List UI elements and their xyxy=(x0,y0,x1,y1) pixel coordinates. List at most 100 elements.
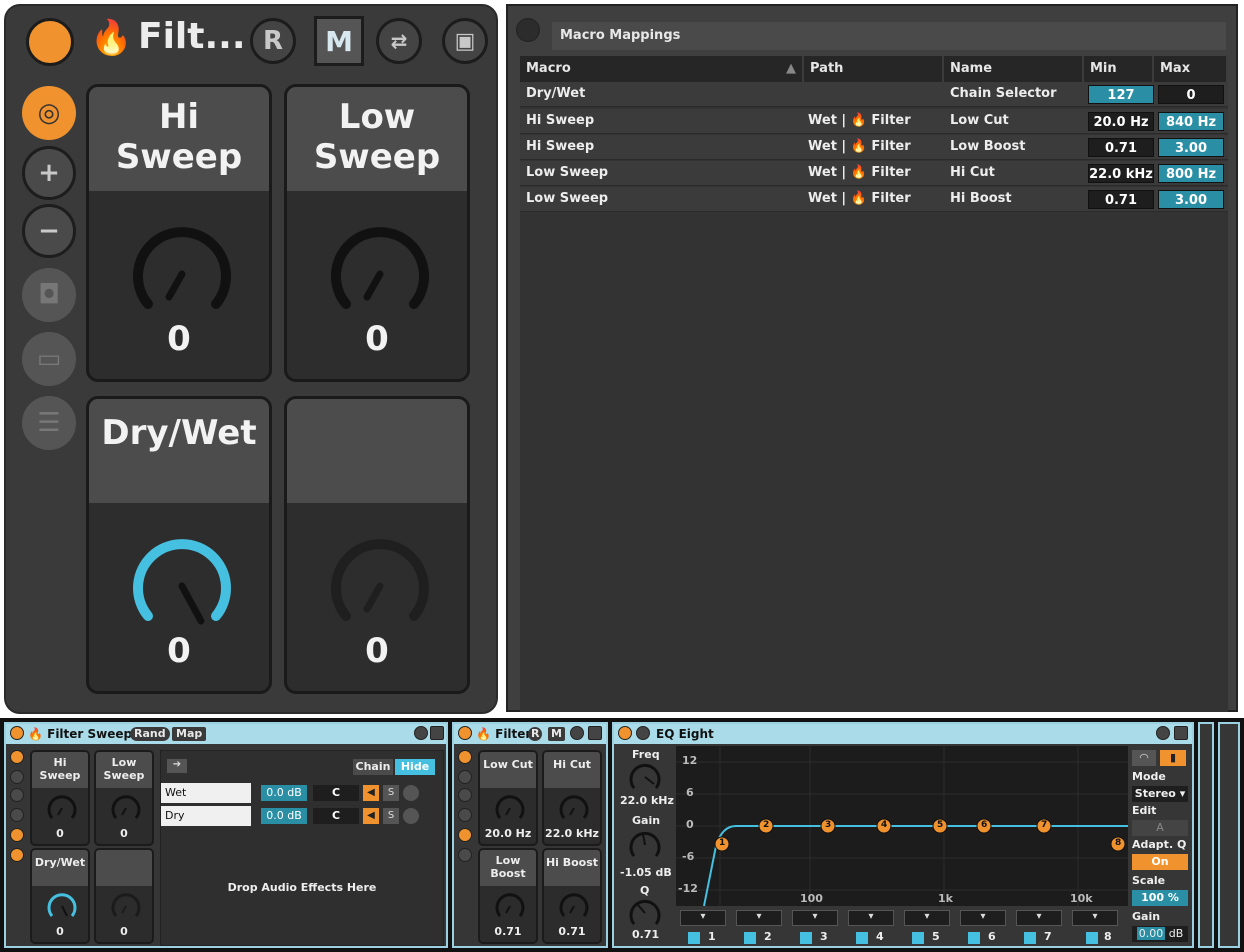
gain-value[interactable]: -1.05 dB xyxy=(620,866,672,879)
band-marker[interactable]: 7 xyxy=(1041,820,1047,830)
eq-graph[interactable]: 12 6 0 -6 -12 100 1k 10k 1 2 3 4 5 6 7 8 xyxy=(676,746,1128,906)
edit-ab-switch[interactable]: A xyxy=(1132,820,1188,836)
band-filter-type[interactable]: ▾ xyxy=(1016,910,1062,926)
col-path[interactable]: Path xyxy=(804,56,944,82)
chain-list-icon[interactable]: ☰ xyxy=(22,396,76,450)
table-row[interactable]: Hi Sweep Wet | 🔥 Filter Low Cut 20.0 Hz … xyxy=(520,109,1228,134)
add-macro-icon[interactable] xyxy=(458,770,472,784)
device-activator-button[interactable] xyxy=(26,18,74,66)
chain-pan[interactable]: C xyxy=(313,785,359,801)
max-value[interactable]: 800 Hz xyxy=(1158,164,1224,183)
output-gain-value[interactable]: 0.00 dB xyxy=(1132,926,1188,942)
band-marker[interactable]: 2 xyxy=(763,820,769,830)
key-midi-icon[interactable]: ▭ xyxy=(22,332,76,386)
key-midi-icon[interactable] xyxy=(458,828,472,842)
band-marker[interactable]: 8 xyxy=(1115,838,1121,848)
scale-value[interactable]: 100 % xyxy=(1132,890,1188,906)
macro-knob[interactable] xyxy=(558,890,590,922)
macro-hi-sweep[interactable]: Hi Sweep 0 xyxy=(86,84,272,382)
chain-volume[interactable]: 0.0 dB xyxy=(261,785,307,801)
band-toggle[interactable] xyxy=(968,932,980,944)
map-button[interactable]: Map xyxy=(172,727,207,741)
macro-low-boost[interactable]: Low Boost 0.71 xyxy=(478,848,538,944)
band-marker[interactable]: 6 xyxy=(981,820,987,830)
band-toggle[interactable] xyxy=(1086,932,1098,944)
band-toggle[interactable] xyxy=(688,932,700,944)
band-filter-type[interactable]: ▾ xyxy=(680,910,726,926)
remove-macro-icon[interactable] xyxy=(10,788,24,802)
band-toggle[interactable] xyxy=(1024,932,1036,944)
chain-list-icon[interactable] xyxy=(10,848,24,862)
band-toggle[interactable] xyxy=(856,932,868,944)
link-icon[interactable] xyxy=(1156,726,1170,740)
table-row[interactable]: Low Sweep Wet | 🔥 Filter Hi Cut 22.0 kHz… xyxy=(520,161,1228,186)
band-filter-type[interactable]: ▾ xyxy=(960,910,1006,926)
chain-row[interactable]: Wet 0.0 dB C ◀ S xyxy=(161,783,439,803)
macro-hi-sweep[interactable]: Hi Sweep 0 xyxy=(30,750,90,846)
save-icon[interactable] xyxy=(588,726,602,740)
q-value[interactable]: 0.71 xyxy=(632,928,659,941)
solo-button[interactable]: S xyxy=(383,785,399,801)
chain-pan[interactable]: C xyxy=(313,808,359,824)
min-value[interactable]: 0.71 xyxy=(1088,138,1154,157)
band-filter-type[interactable]: ▾ xyxy=(848,910,894,926)
band-toggle[interactable] xyxy=(800,932,812,944)
band-toggle[interactable] xyxy=(744,932,756,944)
macro-knob[interactable] xyxy=(46,890,78,922)
macro-knob[interactable] xyxy=(110,792,142,824)
macro-knob[interactable] xyxy=(494,792,526,824)
save-preset-icon[interactable]: ▣ xyxy=(442,18,488,64)
macro-hi-cut[interactable]: Hi Cut 22.0 kHz xyxy=(542,750,602,846)
macro-low-sweep[interactable]: Low Sweep 0 xyxy=(94,750,154,846)
band-filter-type[interactable]: ▾ xyxy=(792,910,838,926)
add-macro-icon[interactable]: + xyxy=(22,146,76,200)
min-value[interactable]: 127 xyxy=(1088,85,1154,104)
macro-knob[interactable] xyxy=(127,531,237,641)
max-value[interactable]: 3.00 xyxy=(1158,190,1224,209)
snapshot-icon[interactable] xyxy=(458,808,472,822)
col-max[interactable]: Max xyxy=(1154,56,1228,82)
chain-name[interactable]: Wet xyxy=(161,783,251,803)
table-row[interactable]: Low Sweep Wet | 🔥 Filter Hi Boost 0.71 3… xyxy=(520,187,1228,212)
chain-button[interactable]: Chain xyxy=(353,759,393,775)
band-filter-type[interactable]: ▾ xyxy=(1072,910,1118,926)
freq-value[interactable]: 22.0 kHz xyxy=(620,794,674,807)
save-icon[interactable] xyxy=(1174,726,1188,740)
band-marker[interactable]: 4 xyxy=(881,820,887,830)
band-marker[interactable]: 1 xyxy=(719,838,725,848)
macro-view-icon[interactable] xyxy=(10,750,24,764)
macro-empty[interactable]: 0 xyxy=(94,848,154,944)
adaptq-toggle[interactable]: On xyxy=(1132,854,1188,870)
device-activator-button[interactable] xyxy=(618,726,632,740)
macro-dry-wet[interactable]: Dry/Wet 0 xyxy=(30,848,90,944)
snapshot-icon[interactable] xyxy=(10,808,24,822)
key-midi-icon[interactable] xyxy=(10,828,24,842)
chain-row[interactable]: Dry 0.0 dB C ◀ S xyxy=(161,806,439,826)
remove-macro-icon[interactable] xyxy=(458,788,472,802)
macro-empty[interactable]: 0 xyxy=(284,396,470,694)
gain-knob[interactable] xyxy=(628,828,662,862)
link-icon[interactable] xyxy=(403,785,419,801)
max-value[interactable]: 840 Hz xyxy=(1158,112,1224,131)
chain-name[interactable]: Dry xyxy=(161,806,251,826)
rand-button[interactable]: R xyxy=(528,727,543,741)
rand-button[interactable]: Rand xyxy=(130,727,170,741)
macro-knob[interactable] xyxy=(127,219,237,329)
add-macro-icon[interactable] xyxy=(10,770,24,784)
min-value[interactable]: 22.0 kHz xyxy=(1088,164,1154,183)
min-value[interactable]: 0.71 xyxy=(1088,190,1154,209)
device-activator-button[interactable] xyxy=(458,726,472,740)
band-toggle[interactable] xyxy=(912,932,924,944)
macro-knob[interactable] xyxy=(558,792,590,824)
macro-view-icon[interactable] xyxy=(458,750,472,764)
q-knob[interactable] xyxy=(628,896,662,930)
link-icon[interactable] xyxy=(570,726,584,740)
hide-button[interactable]: Hide xyxy=(395,759,435,775)
save-icon[interactable] xyxy=(430,726,444,740)
max-value[interactable]: 3.00 xyxy=(1158,138,1224,157)
speaker-icon[interactable]: ◀ xyxy=(363,808,379,824)
col-name[interactable]: Name xyxy=(944,56,1084,82)
band-marker[interactable]: 3 xyxy=(825,820,831,830)
randomize-button[interactable]: R xyxy=(250,18,296,64)
macro-knob[interactable] xyxy=(46,792,78,824)
